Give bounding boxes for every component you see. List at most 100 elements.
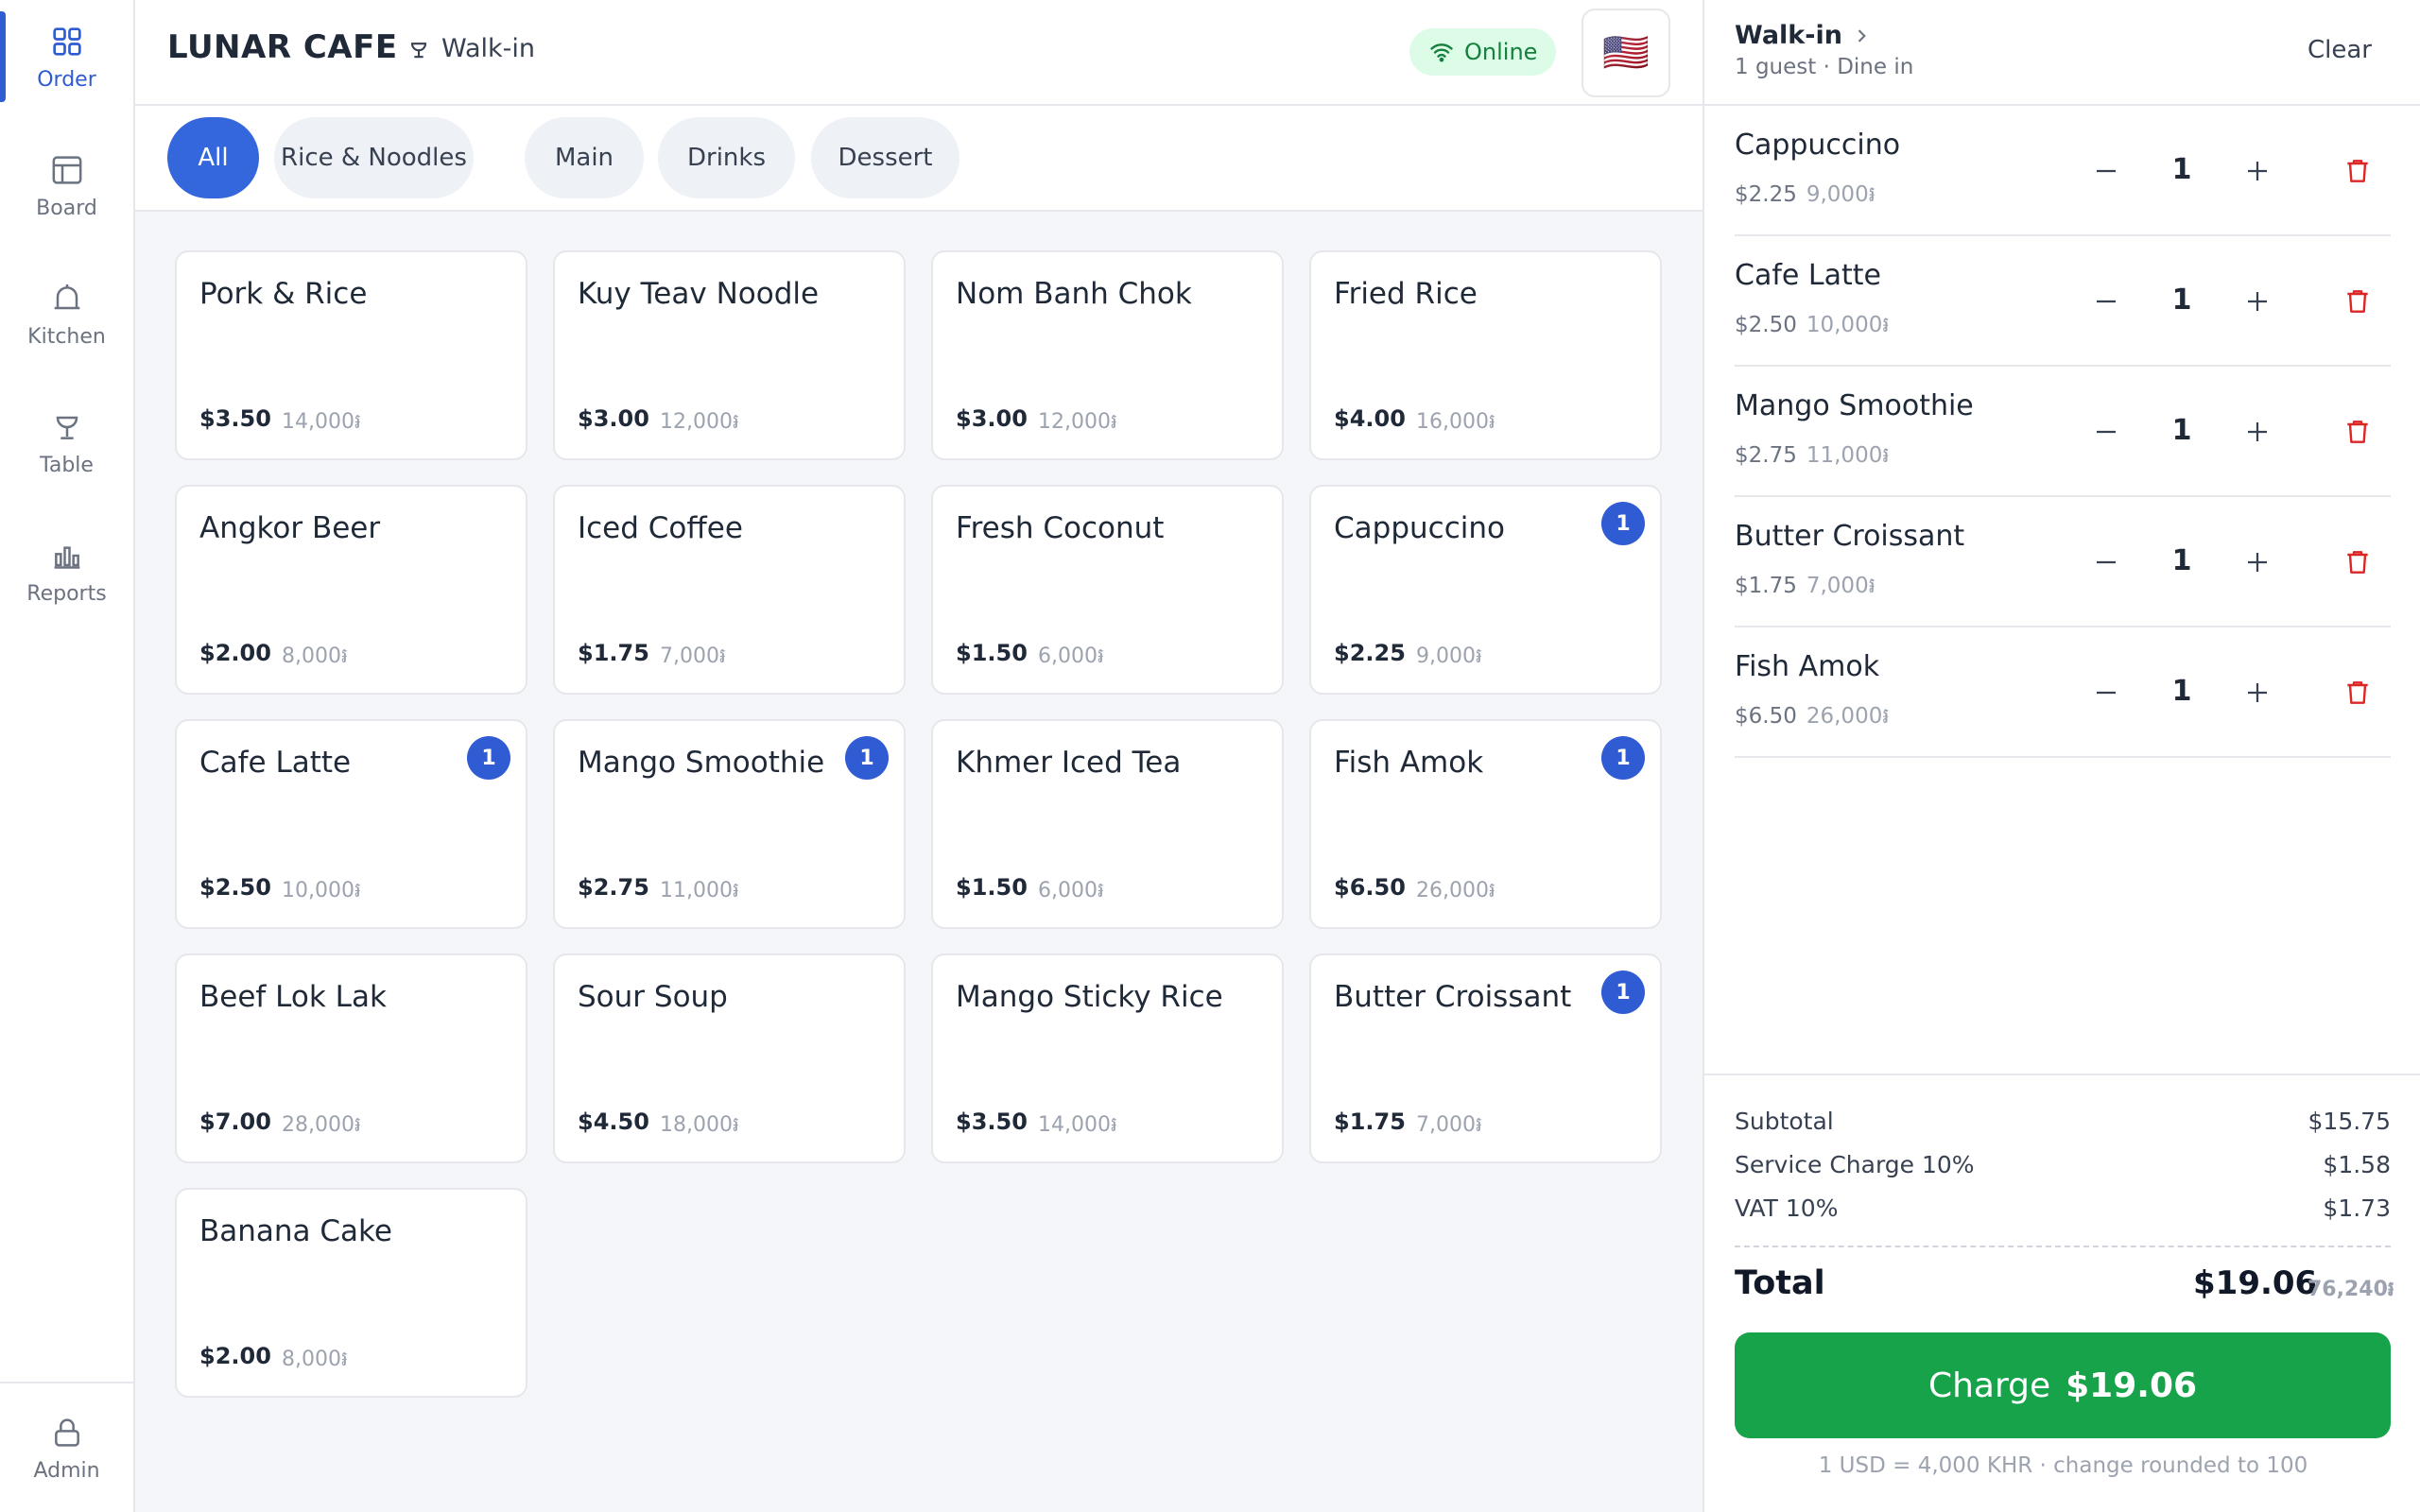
- product-name: Fried Rice: [1334, 277, 1478, 311]
- decrease-qty-button[interactable]: [2083, 408, 2130, 455]
- plus-icon: [2248, 422, 2267, 441]
- nav-order-label: Order: [37, 67, 96, 92]
- increase-qty-button[interactable]: [2234, 408, 2281, 455]
- product-card[interactable]: Mango Smoothie $2.75 11,000៛ 1: [553, 719, 906, 929]
- nav-table[interactable]: Table: [0, 386, 133, 499]
- charge-label: Charge: [1927, 1366, 2051, 1405]
- bell-icon: [54, 284, 79, 309]
- product-price: $7.00: [199, 1108, 271, 1135]
- product-price: $6.50: [1334, 874, 1406, 901]
- table-icon: [56, 416, 78, 439]
- product-name: Khmer Iced Tea: [956, 746, 1182, 780]
- remove-item-button[interactable]: [2334, 278, 2381, 325]
- product-card[interactable]: Kuy Teav Noodle $3.00 12,000៛: [553, 250, 906, 460]
- tab-all[interactable]: All: [167, 117, 259, 198]
- increase-qty-button[interactable]: [2234, 539, 2281, 586]
- order-table-button[interactable]: Walk-in: [1735, 21, 1871, 50]
- charge-amount: $19.06: [2066, 1366, 2198, 1405]
- remove-item-button[interactable]: [2334, 147, 2381, 195]
- tab-main[interactable]: Main: [525, 117, 644, 198]
- subtotal-label: Subtotal: [1735, 1108, 1834, 1135]
- product-price-khr: 12,000៛: [660, 410, 739, 434]
- product-price-khr: 14,000៛: [1038, 1113, 1117, 1137]
- product-price-khr: 14,000៛: [282, 410, 361, 434]
- product-card[interactable]: Angkor Beer $2.00 8,000៛: [175, 485, 527, 695]
- product-card[interactable]: Banana Cake $2.00 8,000៛: [175, 1188, 527, 1398]
- product-card[interactable]: Fresh Coconut $1.50 6,000៛: [931, 485, 1284, 695]
- decrease-qty-button[interactable]: [2083, 147, 2130, 195]
- product-card[interactable]: Cappuccino $2.25 9,000៛ 1: [1309, 485, 1662, 695]
- table-selector[interactable]: Walk-in: [406, 34, 535, 63]
- order-summary: Subtotal $15.75 Service Charge 10% $1.58…: [1704, 1074, 2420, 1512]
- product-price: $1.75: [578, 640, 649, 666]
- online-status-badge: Online: [1409, 28, 1557, 76]
- nav-admin[interactable]: Admin: [0, 1391, 133, 1504]
- line-item-khr: 9,000៛: [1806, 182, 1876, 207]
- grid-icon: [52, 26, 81, 56]
- remove-item-button[interactable]: [2334, 539, 2381, 586]
- line-item-usd: $6.50: [1735, 704, 1797, 729]
- product-price-khr: 16,000៛: [1416, 410, 1495, 434]
- product-card[interactable]: Sour Soup $4.50 18,000៛: [553, 954, 906, 1163]
- line-item-khr: 11,000៛: [1806, 443, 1890, 468]
- remove-item-button[interactable]: [2334, 408, 2381, 455]
- product-name: Nom Banh Chok: [956, 277, 1192, 311]
- nav-board-label: Board: [36, 196, 97, 220]
- line-item-price: $6.50 26,000៛: [1735, 703, 1890, 734]
- order-subtitle: 1 guest · Dine in: [1735, 55, 1914, 79]
- charge-button[interactable]: Charge $19.06: [1735, 1332, 2391, 1438]
- language-button[interactable]: 🇺🇸: [1582, 9, 1670, 97]
- trash-icon: [2347, 681, 2368, 704]
- trash-icon: [2347, 160, 2368, 182]
- service-charge-value: $1.58: [2323, 1151, 2391, 1178]
- product-name: Fresh Coconut: [956, 511, 1165, 545]
- increase-qty-button[interactable]: [2234, 147, 2281, 195]
- increase-qty-button[interactable]: [2234, 278, 2281, 325]
- product-name: Sour Soup: [578, 980, 728, 1014]
- plus-icon: [2248, 553, 2267, 572]
- tab-drinks[interactable]: Drinks: [658, 117, 795, 198]
- decrease-qty-button[interactable]: [2083, 669, 2130, 716]
- tab-rice-noodles[interactable]: Rice & Noodles: [274, 117, 474, 198]
- product-card[interactable]: Fish Amok $6.50 26,000៛ 1: [1309, 719, 1662, 929]
- product-card[interactable]: Iced Coffee $1.75 7,000៛: [553, 485, 906, 695]
- clear-button[interactable]: Clear: [2308, 36, 2372, 64]
- nav-table-label: Table: [40, 453, 94, 477]
- remove-item-button[interactable]: [2334, 669, 2381, 716]
- product-card[interactable]: Butter Croissant $1.75 7,000៛ 1: [1309, 954, 1662, 1163]
- product-card[interactable]: Nom Banh Chok $3.00 12,000៛: [931, 250, 1284, 460]
- product-price: $4.50: [578, 1108, 649, 1135]
- product-name: Angkor Beer: [199, 511, 381, 545]
- product-card[interactable]: Cafe Latte $2.50 10,000៛ 1: [175, 719, 527, 929]
- product-card[interactable]: Fried Rice $4.00 16,000៛: [1309, 250, 1662, 460]
- brand-title: LUNAR CAFE: [167, 28, 398, 66]
- product-card[interactable]: Mango Sticky Rice $3.50 14,000៛: [931, 954, 1284, 1163]
- nav-reports[interactable]: Reports: [0, 514, 133, 627]
- top-header: LUNAR CAFE Walk-in Online 🇺🇸: [135, 0, 1703, 106]
- product-price: $1.75: [1334, 1108, 1406, 1135]
- cart-qty-badge: 1: [467, 736, 510, 780]
- nav-kitchen[interactable]: Kitchen: [0, 257, 133, 370]
- nav-order[interactable]: Order: [0, 0, 133, 113]
- product-price: $3.50: [956, 1108, 1028, 1135]
- line-item-name: Fish Amok: [1735, 650, 1880, 683]
- nav-board[interactable]: Board: [0, 129, 133, 242]
- product-name: Butter Croissant: [1334, 980, 1572, 1014]
- product-name: Pork & Rice: [199, 277, 368, 311]
- increase-qty-button[interactable]: [2234, 669, 2281, 716]
- line-item-qty: 1: [2171, 284, 2192, 317]
- product-card[interactable]: Beef Lok Lak $7.00 28,000៛: [175, 954, 527, 1163]
- tab-dessert[interactable]: Dessert: [811, 117, 959, 198]
- trash-icon: [2347, 421, 2368, 443]
- product-card[interactable]: Khmer Iced Tea $1.50 6,000៛: [931, 719, 1284, 929]
- line-item-khr: 10,000៛: [1806, 313, 1890, 337]
- line-item-name: Cappuccino: [1735, 129, 1901, 162]
- order-line: Cafe Latte $2.50 10,000៛ 1: [1735, 236, 2391, 367]
- order-line: Mango Smoothie $2.75 11,000៛ 1: [1735, 367, 2391, 497]
- decrease-qty-button[interactable]: [2083, 278, 2130, 325]
- decrease-qty-button[interactable]: [2083, 539, 2130, 586]
- nav-reports-label: Reports: [26, 581, 107, 606]
- product-card[interactable]: Pork & Rice $3.50 14,000៛: [175, 250, 527, 460]
- product-price-khr: 11,000៛: [660, 879, 739, 902]
- cart-qty-badge: 1: [1601, 502, 1645, 545]
